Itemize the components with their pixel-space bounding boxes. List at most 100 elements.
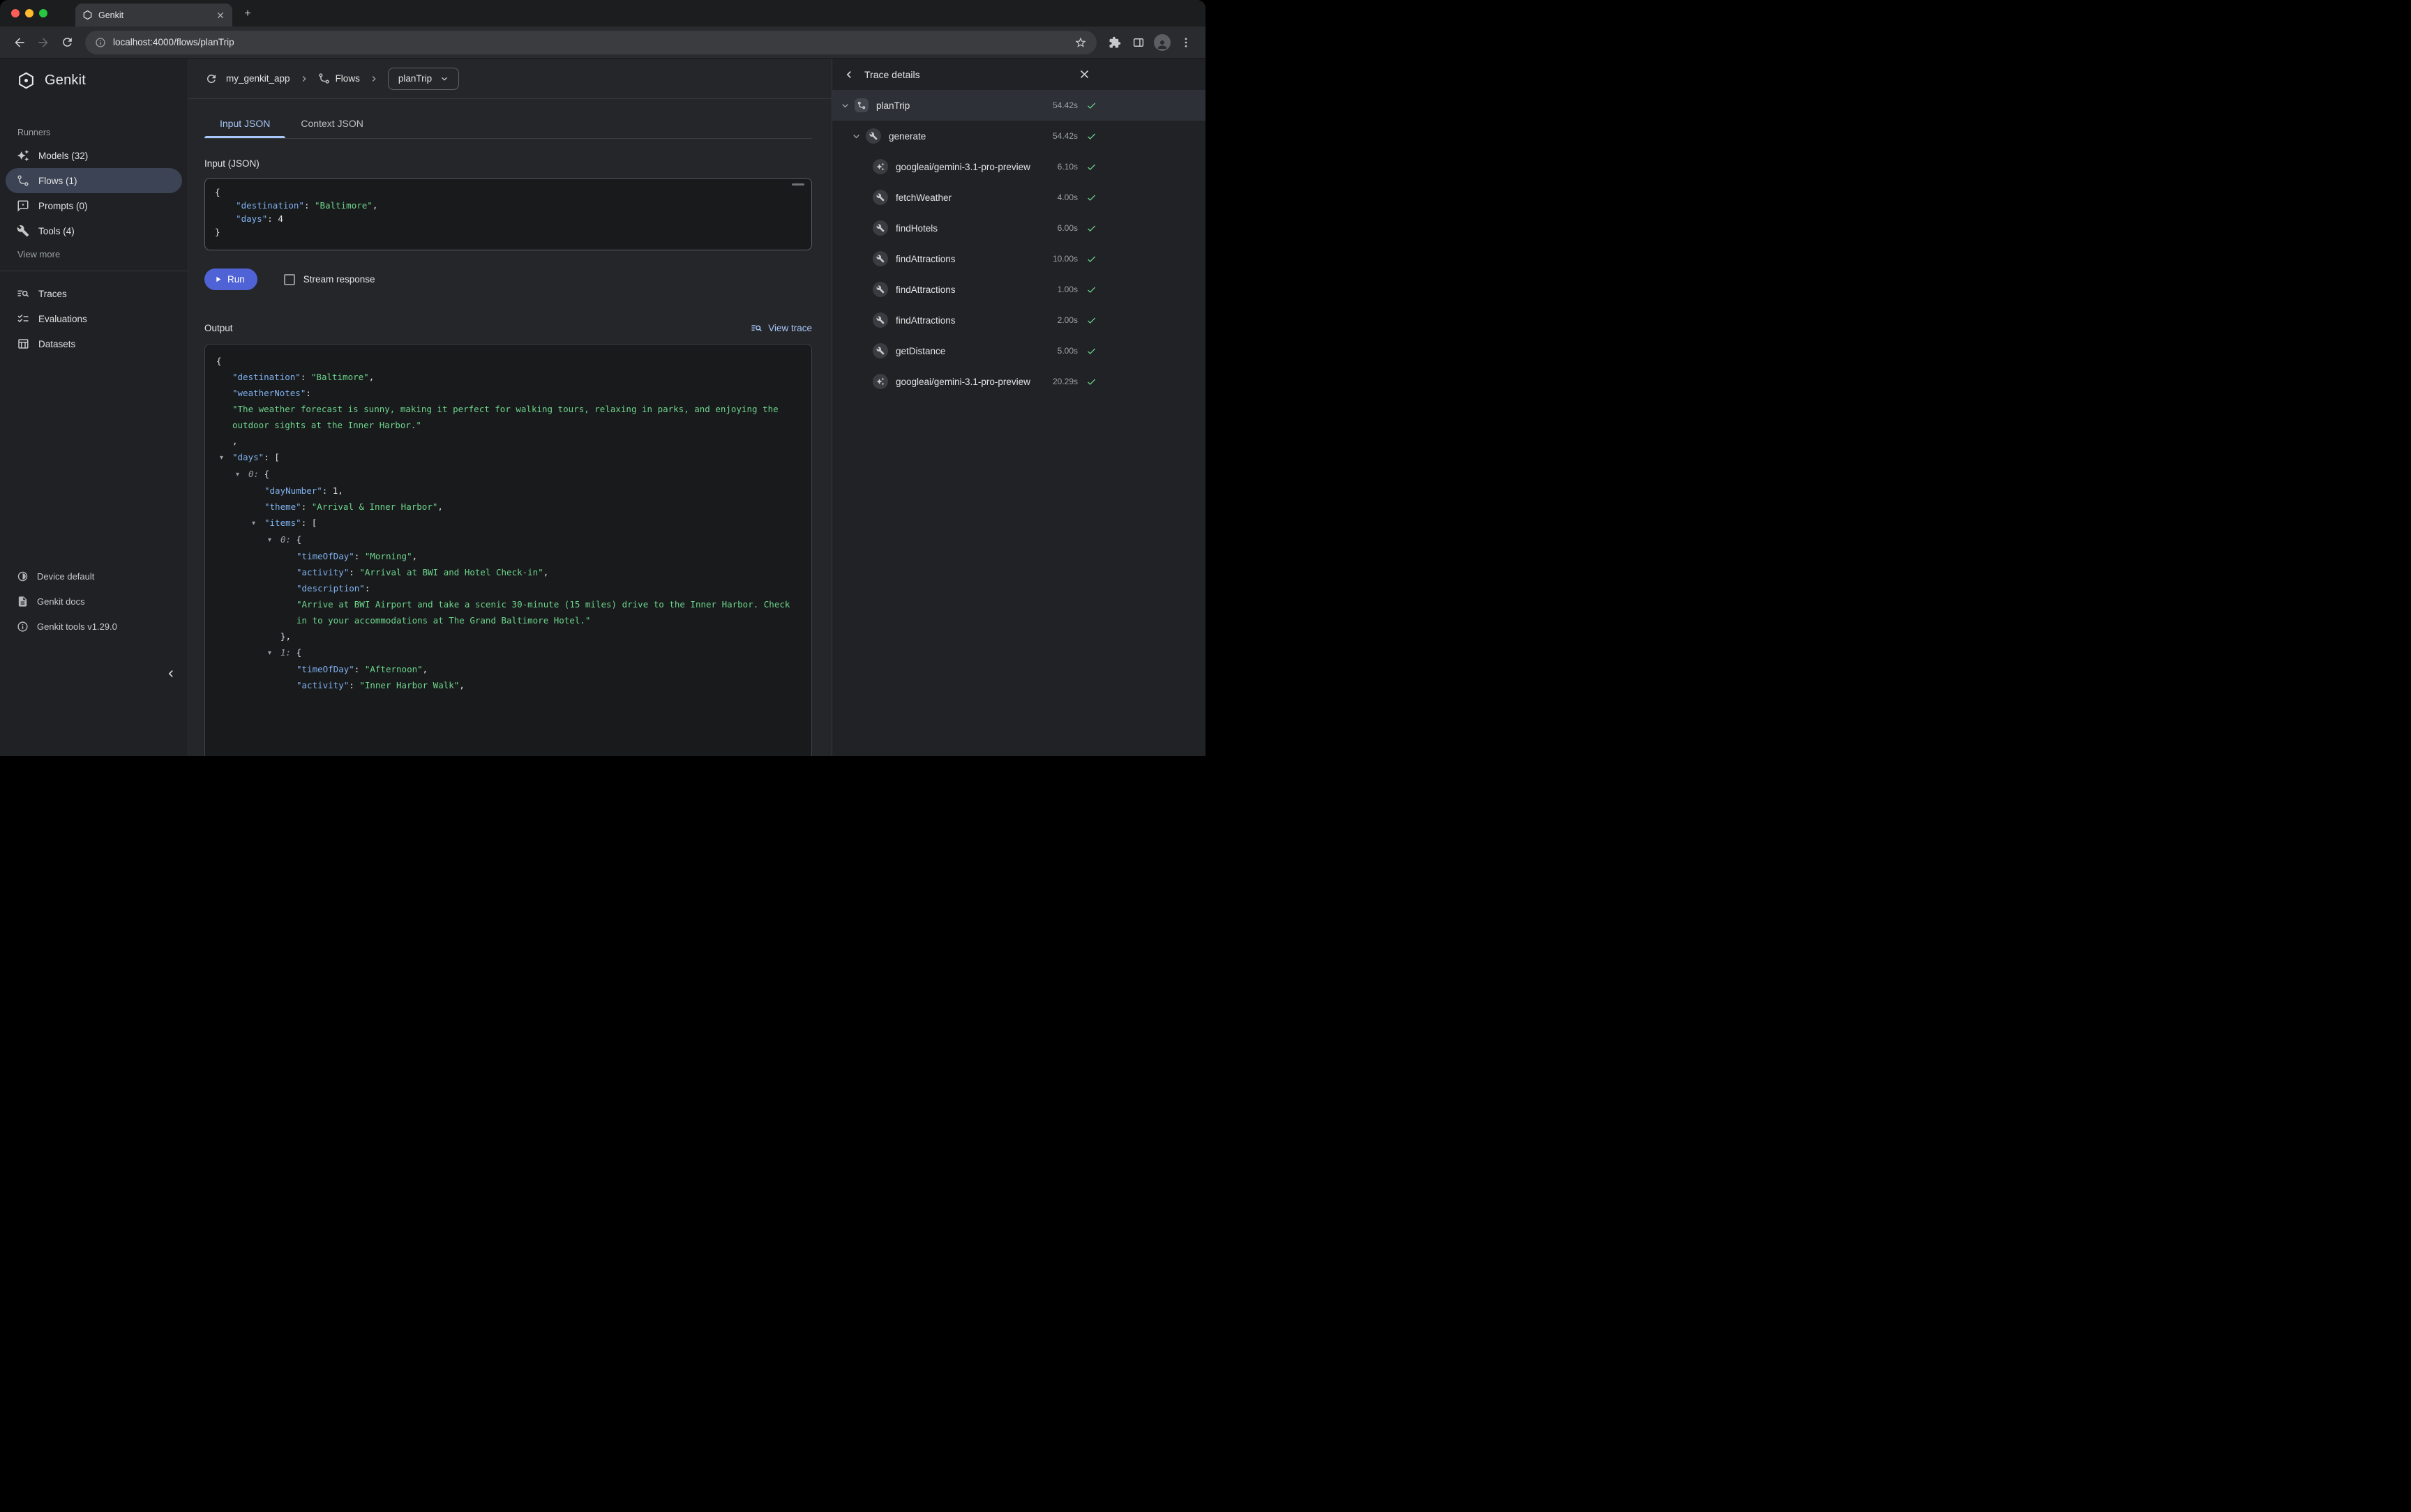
browser-tab[interactable]: Genkit xyxy=(75,3,232,27)
input-json-editor[interactable]: { "destination": "Baltimore", "days": 4} xyxy=(204,178,812,250)
code-line: { xyxy=(216,353,800,369)
theme-selector[interactable]: Device default xyxy=(0,564,188,589)
side-panel-icon[interactable] xyxy=(1127,31,1150,54)
success-check-icon xyxy=(1086,131,1097,142)
sidebar-item-evaluations[interactable]: Evaluations xyxy=(6,306,182,331)
trace-row-findHotels[interactable]: findHotels6.00s xyxy=(832,213,1206,243)
code-line: "description": xyxy=(216,580,800,596)
flow-runner-panel: Input JSON Context JSON Input (JSON) { "… xyxy=(188,99,832,756)
evaluations-icon xyxy=(17,312,29,325)
footer-item-label: Device default xyxy=(37,571,94,582)
expand-caret-icon[interactable]: ▾ xyxy=(268,645,280,661)
view-more-link[interactable]: View more xyxy=(17,249,60,259)
view-trace-link[interactable]: View trace xyxy=(751,322,812,334)
extensions-icon[interactable] xyxy=(1104,31,1126,54)
breadcrumb-app-name[interactable]: my_genkit_app xyxy=(226,73,290,84)
genkit-docs-link[interactable]: Genkit docs xyxy=(0,589,188,614)
trace-row-fetchWeather[interactable]: fetchWeather4.00s xyxy=(832,182,1206,213)
sidebar-item-tools[interactable]: Tools (4) xyxy=(6,218,182,243)
code-line: "activity": "Arrival at BWI and Hotel Ch… xyxy=(216,564,800,580)
chevron-right-icon xyxy=(368,73,380,84)
flow-selector-dropdown[interactable]: planTrip xyxy=(388,68,459,90)
trace-row-generate[interactable]: generate54.42s xyxy=(832,121,1206,151)
sidebar-collapse-icon[interactable] xyxy=(164,667,178,681)
selected-flow-name: planTrip xyxy=(398,73,432,84)
trace-close-icon[interactable] xyxy=(1078,68,1091,81)
trace-row-googleai/gemini-3.1-pro-preview[interactable]: googleai/gemini-3.1-pro-preview20.29s xyxy=(832,366,1206,397)
info-icon xyxy=(17,621,29,633)
sparkle-icon xyxy=(17,149,29,162)
close-window-button[interactable] xyxy=(11,9,20,17)
expand-caret-icon[interactable]: ▾ xyxy=(268,532,280,548)
sidebar-item-datasets[interactable]: Datasets xyxy=(6,331,182,356)
sparkle-icon xyxy=(873,374,888,389)
datasets-icon xyxy=(17,338,29,350)
breadcrumb-flows[interactable]: Flows xyxy=(318,73,360,84)
browser-tab-bar: Genkit + xyxy=(0,0,1206,27)
reload-icon[interactable] xyxy=(56,31,78,54)
expand-caret-icon[interactable]: ▾ xyxy=(220,450,232,466)
span-duration: 2.00s xyxy=(1058,315,1078,325)
expand-caret-icon[interactable]: ▾ xyxy=(252,515,264,531)
sidebar-item-label: Traces xyxy=(38,289,67,299)
minimize-window-button[interactable] xyxy=(25,9,33,17)
stream-response-checkbox[interactable] xyxy=(284,274,295,285)
bookmark-star-icon[interactable] xyxy=(1074,36,1087,49)
back-icon[interactable] xyxy=(8,31,31,54)
collapse-caret-icon[interactable] xyxy=(850,130,863,142)
stream-response-label: Stream response xyxy=(303,274,375,285)
run-button[interactable]: Run xyxy=(204,269,257,290)
zoom-window-button[interactable] xyxy=(39,9,47,17)
trace-row-findAttractions[interactable]: findAttractions2.00s xyxy=(832,305,1206,335)
tab-close-icon[interactable] xyxy=(216,10,225,20)
trace-row-getDistance[interactable]: getDistance5.00s xyxy=(832,335,1206,366)
chevron-right-icon xyxy=(299,73,310,84)
genkit-tools-version[interactable]: Genkit tools v1.29.0 xyxy=(0,614,188,639)
sidebar-item-prompts[interactable]: Prompts (0) xyxy=(6,193,182,218)
browser-toolbar: localhost:4000/flows/planTrip xyxy=(0,27,1206,59)
sidebar-item-label: Tools (4) xyxy=(38,226,75,236)
flow-icon xyxy=(17,174,29,187)
sidebar-item-flows[interactable]: Flows (1) xyxy=(6,168,182,193)
breadcrumb: my_genkit_app Flows planTrip xyxy=(188,59,832,99)
browser-menu-icon[interactable] xyxy=(1175,31,1197,54)
sidebar-item-models[interactable]: Models (32) xyxy=(6,143,182,168)
wrench-icon xyxy=(873,282,888,297)
profile-avatar[interactable] xyxy=(1151,31,1173,54)
output-json-viewer[interactable]: {"destination": "Baltimore","weatherNote… xyxy=(204,344,812,756)
span-label: fetchWeather xyxy=(896,192,1058,203)
site-info-icon[interactable] xyxy=(95,37,106,48)
sidebar-item-label: Prompts (0) xyxy=(38,201,88,211)
span-label: findAttractions xyxy=(896,315,1058,326)
span-duration: 5.00s xyxy=(1058,346,1078,356)
url-text: localhost:4000/flows/planTrip xyxy=(113,37,1067,47)
flow-icon xyxy=(318,73,330,84)
tab-input-json[interactable]: Input JSON xyxy=(204,109,285,138)
editor-scrollbar-thumb[interactable] xyxy=(792,183,804,186)
output-label: Output xyxy=(204,323,233,333)
macos-window-controls xyxy=(0,0,57,27)
span-duration: 54.42s xyxy=(1053,100,1078,110)
trace-row-planTrip[interactable]: planTrip54.42s xyxy=(832,90,1206,121)
sidebar-item-traces[interactable]: Traces xyxy=(6,281,182,306)
trace-back-icon[interactable] xyxy=(842,68,856,82)
code-line: "theme": "Arrival & Inner Harbor", xyxy=(216,499,800,515)
prompt-icon xyxy=(17,199,29,212)
trace-row-findAttractions[interactable]: findAttractions10.00s xyxy=(832,243,1206,274)
code-line: }, xyxy=(216,628,800,644)
expand-caret-icon[interactable]: ▾ xyxy=(236,467,248,483)
forward-icon[interactable] xyxy=(32,31,54,54)
trace-row-googleai/gemini-3.1-pro-preview[interactable]: googleai/gemini-3.1-pro-preview6.10s xyxy=(832,151,1206,182)
success-check-icon xyxy=(1086,162,1097,172)
trace-panel-title: Trace details xyxy=(864,69,1069,80)
trace-row-findAttractions[interactable]: findAttractions1.00s xyxy=(832,274,1206,305)
address-bar[interactable]: localhost:4000/flows/planTrip xyxy=(85,31,1097,54)
code-line: ▾0: { xyxy=(216,466,800,483)
chevron-down-icon xyxy=(439,73,450,84)
refresh-icon[interactable] xyxy=(205,73,218,85)
trace-search-icon xyxy=(751,322,763,334)
span-label: findHotels xyxy=(896,223,1058,234)
new-tab-button[interactable]: + xyxy=(238,4,257,24)
tab-context-json[interactable]: Context JSON xyxy=(285,109,378,138)
collapse-caret-icon[interactable] xyxy=(839,100,852,112)
